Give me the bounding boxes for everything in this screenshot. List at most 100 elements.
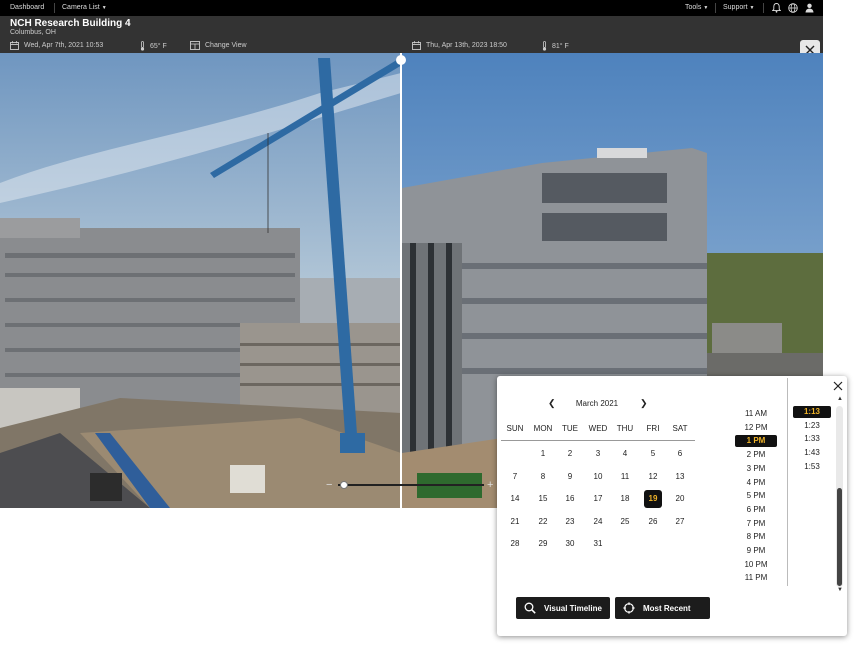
change-view-label: Change View	[205, 42, 247, 49]
bell-icon[interactable]	[772, 3, 781, 13]
top-nav: Dashboard Camera List ▼ Tools ▼ Support ▼	[0, 0, 823, 16]
minute-option-selected[interactable]: 1:13	[793, 406, 831, 418]
next-month-button[interactable]: ❯	[640, 398, 648, 409]
scroll-down-icon[interactable]: ▼	[837, 587, 843, 593]
left-datetime: Wed, Apr 7th, 2021 10:53	[24, 42, 104, 49]
zoom-in-icon[interactable]: +	[487, 479, 493, 491]
calendar-day[interactable]: 14	[506, 490, 524, 508]
calendar-day[interactable]: 24	[589, 513, 607, 531]
nav-support-label: Support	[723, 4, 748, 11]
globe-icon[interactable]	[788, 3, 798, 13]
minute-option[interactable]: 1:43	[793, 447, 831, 459]
minute-option[interactable]: 1:33	[793, 433, 831, 445]
crosshair-icon	[623, 602, 635, 614]
comparison-divider[interactable]	[400, 53, 402, 508]
calendar-day[interactable]: 6	[671, 445, 689, 463]
visual-timeline-button[interactable]: Visual Timeline	[516, 597, 610, 619]
calendar-day[interactable]: 22	[534, 513, 552, 531]
calendar-day[interactable]: 3	[589, 445, 607, 463]
most-recent-label: Most Recent	[643, 603, 691, 613]
time-column-divider	[787, 378, 788, 586]
user-icon[interactable]	[805, 3, 814, 13]
weekday-header: MON	[533, 424, 553, 433]
calendar-day[interactable]: 12	[644, 468, 662, 486]
scroll-up-icon[interactable]: ▲	[837, 396, 843, 402]
hour-option[interactable]: 3 PM	[735, 463, 777, 475]
calendar-day[interactable]: 28	[506, 535, 524, 553]
calendar-day[interactable]: 4	[616, 445, 634, 463]
hour-option[interactable]: 5 PM	[735, 490, 777, 502]
thermometer-icon	[140, 41, 145, 51]
hour-option[interactable]: 4 PM	[735, 477, 777, 489]
chevron-down-icon: ▼	[703, 5, 709, 11]
most-recent-button[interactable]: Most Recent	[615, 597, 710, 619]
minute-option[interactable]: 1:23	[793, 420, 831, 432]
calendar-day[interactable]: 7	[506, 468, 524, 486]
hour-option[interactable]: 2 PM	[735, 449, 777, 461]
calendar-day[interactable]: 5	[644, 445, 662, 463]
hour-option-selected[interactable]: 1 PM	[735, 435, 777, 448]
calendar-day[interactable]: 17	[589, 490, 607, 508]
camera-location: Columbus, OH	[10, 29, 56, 36]
zoom-out-icon[interactable]: −	[326, 479, 332, 491]
date-time-picker-popup: ❮ March 2021 ❯ SUN MON TUE WED THU FRI SAT 123…	[497, 376, 847, 636]
hour-option[interactable]: 10 PM	[735, 559, 777, 571]
time-scrollbar-thumb[interactable]	[837, 488, 842, 586]
calendar-day[interactable]: 29	[534, 535, 552, 553]
nav-tools-label: Tools	[685, 4, 702, 11]
weekday-header: THU	[616, 424, 634, 433]
calendar-day[interactable]: 11	[616, 468, 634, 486]
hour-option[interactable]: 7 PM	[735, 518, 777, 530]
change-view-button[interactable]: Change View	[190, 41, 247, 50]
calendar-day[interactable]: 26	[644, 513, 662, 531]
left-temperature: 65° F	[140, 41, 167, 51]
calendar-day[interactable]: 8	[534, 468, 552, 486]
nav-camera-list-label: Camera List	[62, 4, 100, 11]
close-picker-button[interactable]	[831, 379, 845, 393]
divider-handle[interactable]	[396, 55, 406, 65]
nav-camera-list[interactable]: Camera List ▼	[62, 4, 107, 11]
calendar-day[interactable]: 18	[616, 490, 634, 508]
calendar-day[interactable]: 25	[616, 513, 634, 531]
zoom-slider[interactable]	[338, 484, 484, 486]
close-icon	[833, 381, 843, 391]
hour-option[interactable]: 11 PM	[735, 572, 777, 584]
nav-support[interactable]: Support ▼	[723, 4, 754, 11]
calendar-day[interactable]: 31	[589, 535, 607, 553]
camera-header: NCH Research Building 4 Columbus, OH Wed…	[0, 16, 823, 60]
minute-option[interactable]: 1:53	[793, 461, 831, 473]
nav-separator	[54, 3, 55, 13]
split-view-icon	[190, 41, 200, 50]
calendar-day[interactable]: 23	[561, 513, 579, 531]
nav-dashboard[interactable]: Dashboard	[10, 4, 44, 11]
weekday-header: SUN	[506, 424, 524, 433]
calendar-day[interactable]: 13	[671, 468, 689, 486]
calendar-day[interactable]: 2	[561, 445, 579, 463]
calendar-day[interactable]: 20	[671, 490, 689, 508]
calendar-day[interactable]: 10	[589, 468, 607, 486]
zoom-slider-thumb[interactable]	[340, 481, 348, 489]
nav-separator	[715, 3, 716, 13]
weekday-header: SAT	[672, 424, 688, 433]
calendar-day[interactable]: 16	[561, 490, 579, 508]
calendar-day-selected[interactable]: 19	[644, 490, 662, 508]
left-temperature-value: 65° F	[150, 42, 167, 50]
hour-option[interactable]: 11 AM	[735, 408, 777, 420]
left-datetime-picker[interactable]: Wed, Apr 7th, 2021 10:53	[10, 41, 103, 50]
calendar-day[interactable]: 27	[671, 513, 689, 531]
hour-option[interactable]: 8 PM	[735, 531, 777, 543]
nav-tools[interactable]: Tools ▼	[685, 4, 708, 11]
calendar-day[interactable]: 15	[534, 490, 552, 508]
calendar-day[interactable]: 9	[561, 468, 579, 486]
hour-option[interactable]: 12 PM	[735, 422, 777, 434]
calendar-day[interactable]: 30	[561, 535, 579, 553]
left-camera-image	[0, 53, 401, 508]
weekday-header: FRI	[646, 424, 660, 433]
right-temperature: 81° F	[542, 41, 569, 51]
calendar-day[interactable]: 1	[534, 445, 552, 463]
hour-option[interactable]: 6 PM	[735, 504, 777, 516]
hour-option[interactable]: 9 PM	[735, 545, 777, 557]
nav-separator	[763, 3, 764, 13]
right-datetime-picker[interactable]: Thu, Apr 13th, 2023 18:50	[412, 41, 507, 50]
calendar-day[interactable]: 21	[506, 513, 524, 531]
